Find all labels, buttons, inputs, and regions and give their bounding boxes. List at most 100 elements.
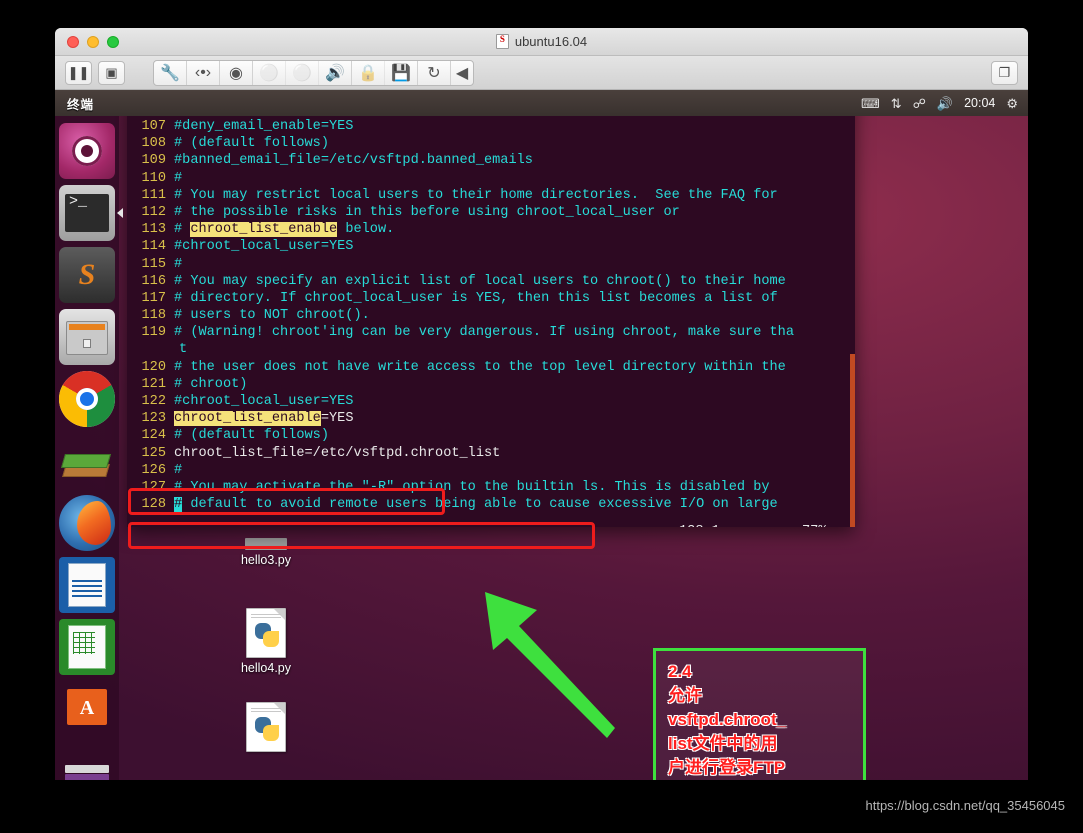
- sound-icon[interactable]: 🔊: [319, 61, 352, 85]
- line-text: chroot_list_file=/etc/vsftpd.chroot_list: [166, 445, 500, 462]
- cd-drive-icon[interactable]: ⚪: [253, 61, 286, 85]
- desktop-icon-hello3[interactable]: hello3.py: [218, 538, 314, 567]
- workspace-icon-mid: [65, 774, 109, 780]
- terminal-line: 123chroot_list_enable=YES: [127, 410, 855, 427]
- cd-drive-icon-2[interactable]: ⚪: [286, 61, 319, 85]
- line-text: # chroot_list_enable below.: [166, 221, 394, 238]
- network-icon[interactable]: ‹•›: [187, 61, 220, 85]
- line-text: # directory. If chroot_local_user is YES…: [166, 290, 778, 307]
- keyboard-icon[interactable]: ⌨: [861, 97, 880, 110]
- line-number: 109: [132, 152, 166, 169]
- ubuntu-logo-icon: [72, 136, 102, 166]
- launcher-item-books[interactable]: [59, 433, 115, 489]
- desktop-icon-third[interactable]: [218, 702, 314, 755]
- terminal-line: 112# the possible risks in this before u…: [127, 204, 855, 221]
- desktop-icon-label: hello4.py: [218, 661, 314, 675]
- line-number: 127: [132, 479, 166, 496]
- network-updown-icon[interactable]: ⇅: [891, 97, 902, 110]
- line-text: # the user does not have write access to…: [166, 359, 786, 376]
- vm-title: ubuntu16.04: [55, 34, 1028, 49]
- unity-mode-icon[interactable]: ❐: [991, 61, 1018, 85]
- floppy-icon[interactable]: 💾: [385, 61, 418, 85]
- desktop-icon-label: hello3.py: [218, 553, 314, 567]
- window-controls[interactable]: [67, 36, 119, 48]
- maximize-button[interactable]: [107, 36, 119, 48]
- desktop-icon-hello4[interactable]: hello4.py: [218, 608, 314, 675]
- terminal-content[interactable]: 107#deny_email_enable=YES108# (default f…: [127, 114, 855, 527]
- terminal-line: 122#chroot_local_user=YES: [127, 393, 855, 410]
- line-number: 119: [132, 324, 166, 341]
- cursor-position: 128,1: [679, 523, 720, 527]
- books-icon-top: [61, 454, 111, 468]
- python-logo-icon: [255, 623, 279, 647]
- panel-app-name[interactable]: 终端: [55, 94, 94, 113]
- annotation-note-box: 2.4 允许 vsftpd.chroot_ list文件中的用 户进行登录FTP…: [653, 648, 866, 780]
- launcher-item-google-chrome[interactable]: [59, 371, 115, 427]
- line-number: 111: [132, 187, 166, 204]
- line-number: 112: [132, 204, 166, 221]
- snapshot-button[interactable]: ▣: [98, 61, 125, 85]
- launcher-item-software-center[interactable]: [59, 681, 115, 737]
- vm-toolbar: ❚❚ ▣ 🔧 ‹•› ◉ ⚪ ⚪ 🔊 🔒 💾 ↻ ◀ ❐: [55, 56, 1028, 90]
- terminal-cursor: #: [174, 497, 182, 512]
- line-text: chroot_list_enable=YES: [166, 410, 353, 427]
- launcher-item-libreoffice-writer[interactable]: [59, 557, 115, 613]
- workspace-icon: [65, 765, 109, 773]
- sync-icon[interactable]: ↻: [418, 61, 451, 85]
- launcher-item-workspace-stack[interactable]: [59, 743, 115, 780]
- calc-icon: [68, 625, 106, 669]
- launcher-item-sublime-text[interactable]: S: [59, 247, 115, 303]
- launcher-item-files[interactable]: [59, 309, 115, 365]
- terminal-icon: >_: [65, 194, 109, 232]
- python-file-icon: [246, 608, 286, 658]
- pause-button[interactable]: ❚❚: [65, 61, 92, 85]
- line-text: #chroot_local_user=YES: [166, 393, 353, 410]
- line-number: 124: [132, 427, 166, 444]
- python-logo-icon: [255, 717, 279, 741]
- line-text: t: [132, 341, 187, 358]
- launcher-item-libreoffice-calc[interactable]: [59, 619, 115, 675]
- volume-icon[interactable]: 🔊: [937, 97, 953, 110]
- line-text: # You may restrict local users to their …: [166, 187, 778, 204]
- terminal-line: 128# default to avoid remote users being…: [127, 496, 855, 513]
- note-line: 2.4: [668, 660, 853, 684]
- search-highlight: chroot_list_enable: [190, 222, 337, 237]
- note-line: list文件中的用: [668, 732, 853, 756]
- line-number: 107: [132, 118, 166, 135]
- line-text: # chroot): [166, 376, 247, 393]
- line-number: 123: [132, 410, 166, 427]
- line-number: 128: [132, 496, 166, 513]
- line-number: 114: [132, 238, 166, 255]
- ubuntu-top-panel: 终端 ⌨ ⇅ ☍ 🔊 20:04 ⚙: [55, 90, 1028, 116]
- line-number: 120: [132, 359, 166, 376]
- terminal-line: 108# (default follows): [127, 135, 855, 152]
- line-text: #: [166, 170, 182, 187]
- line-text: # the possible risks in this before usin…: [166, 204, 680, 221]
- scrollbar-thumb[interactable]: [850, 354, 855, 527]
- terminal-line: 114#chroot_local_user=YES: [127, 238, 855, 255]
- close-button[interactable]: [67, 36, 79, 48]
- power-gear-icon[interactable]: ⚙: [1006, 97, 1018, 110]
- launcher-item-firefox[interactable]: [59, 495, 115, 551]
- line-text: # users to NOT chroot().: [166, 307, 370, 324]
- line-number: 122: [132, 393, 166, 410]
- terminal-line: 113# chroot_list_enable below.: [127, 221, 855, 238]
- usb-icon[interactable]: 🔒: [352, 61, 385, 85]
- bluetooth-icon[interactable]: ☍: [913, 97, 926, 110]
- minimize-button[interactable]: [87, 36, 99, 48]
- line-number: 126: [132, 462, 166, 479]
- terminal-scrollbar[interactable]: [850, 114, 855, 527]
- launcher-item-terminal[interactable]: >_: [59, 185, 115, 241]
- panel-clock[interactable]: 20:04: [964, 96, 995, 110]
- terminal-line: 124# (default follows): [127, 427, 855, 444]
- terminal-line: 110#: [127, 170, 855, 187]
- collapse-icon[interactable]: ◀: [451, 61, 473, 85]
- line-number: 116: [132, 273, 166, 290]
- wrench-icon[interactable]: 🔧: [154, 61, 187, 85]
- terminal-line: 120# the user does not have write access…: [127, 359, 855, 376]
- terminal-lines: 107#deny_email_enable=YES108# (default f…: [127, 118, 855, 513]
- harddisk-icon[interactable]: ◉: [220, 61, 253, 85]
- line-text: # You may specify an explicit list of lo…: [166, 273, 786, 290]
- terminal-line-continuation: t: [127, 341, 855, 358]
- launcher-item-ubuntu-dash[interactable]: [59, 123, 115, 179]
